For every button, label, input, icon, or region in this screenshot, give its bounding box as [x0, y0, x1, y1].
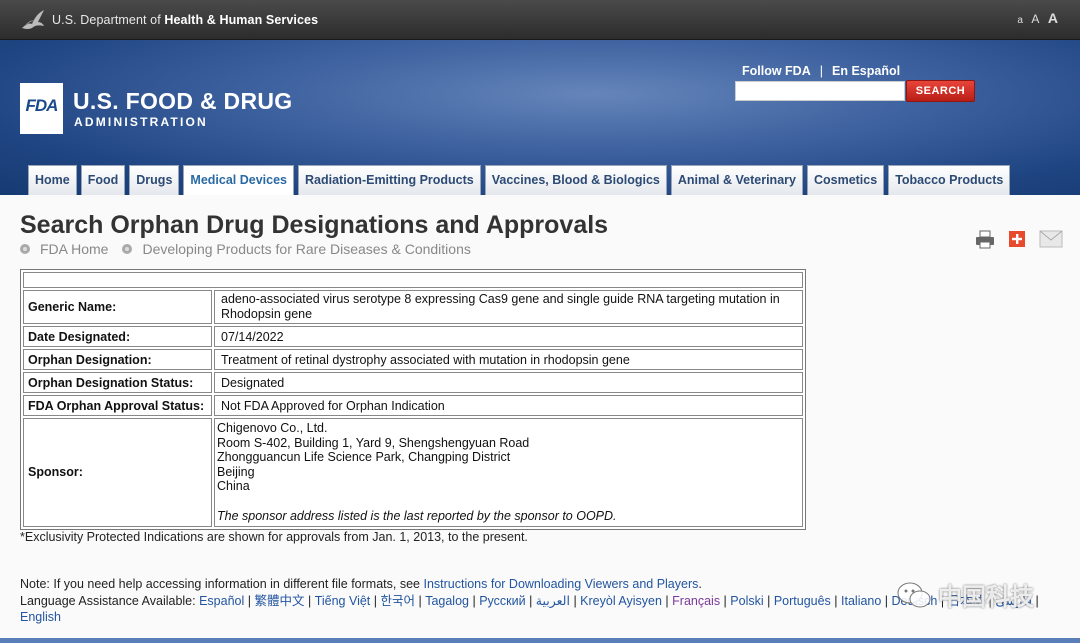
table-header-row: [23, 272, 803, 288]
lang-link-portugues[interactable]: Português: [774, 594, 831, 608]
date-designated-label: Date Designated:: [23, 326, 212, 347]
page-tools: [975, 229, 1063, 249]
generic-name-value: adeno-associated virus serotype 8 expres…: [214, 290, 803, 324]
sponsor-line: Room S-402, Building 1, Yard 9, Shengshe…: [217, 435, 530, 450]
share-plus-icon[interactable]: [1007, 229, 1027, 249]
breadcrumb-fda-home[interactable]: FDA Home: [40, 241, 108, 257]
tab-drugs[interactable]: Drugs: [129, 165, 180, 195]
tab-cosmetics[interactable]: Cosmetics: [806, 165, 885, 195]
text-size-medium[interactable]: A: [1031, 12, 1039, 26]
designation-status-value: Designated: [214, 372, 803, 393]
orphan-designation-value: Treatment of retinal dystrophy associate…: [214, 349, 803, 370]
designation-details-table: Generic Name: adeno-associated virus ser…: [20, 269, 806, 530]
print-icon[interactable]: [975, 229, 995, 249]
tab-food[interactable]: Food: [80, 165, 126, 195]
wechat-icon: [897, 582, 931, 607]
designation-status-label: Orphan Designation Status:: [23, 372, 212, 393]
fda-logo[interactable]: FDA: [20, 83, 63, 134]
table-row: Orphan Designation Status: Designated: [23, 372, 803, 393]
sponsor-line: China: [217, 479, 250, 494]
date-designated-value: 07/14/2022: [214, 326, 803, 347]
table-row: Orphan Designation: Treatment of retinal…: [23, 349, 803, 370]
table-row: Generic Name: adeno-associated virus ser…: [23, 290, 803, 324]
exclusivity-note: *Exclusivity Protected Indications are s…: [20, 530, 528, 544]
file-format-note: Note: If you need help accessing informa…: [20, 577, 702, 591]
table-row: FDA Orphan Approval Status: Not FDA Appr…: [23, 395, 803, 416]
lang-link-polski[interactable]: Polski: [730, 594, 763, 608]
fda-subtitle: ADMINISTRATION: [74, 115, 208, 129]
lang-link-kreyol[interactable]: Kreyòl Ayisyen: [580, 594, 662, 608]
tab-home[interactable]: Home: [28, 165, 77, 195]
tab-medical-devices[interactable]: Medical Devices: [183, 165, 294, 195]
page-title: Search Orphan Drug Designations and Appr…: [20, 211, 609, 239]
text-size-small[interactable]: a: [1017, 15, 1023, 26]
fda-header: FDA U.S. FOOD & DRUG ADMINISTRATION Foll…: [0, 40, 1080, 195]
text-size-controls: a A A: [1013, 10, 1058, 28]
hhs-bar: U.S. Department of Health & Human Servic…: [0, 0, 1080, 40]
bottom-bar: [0, 638, 1080, 643]
lang-link-francais[interactable]: Français: [672, 594, 720, 608]
lang-link-espanol[interactable]: Español: [199, 594, 244, 608]
breadcrumb-bullet-icon: [20, 244, 30, 254]
fda-title[interactable]: U.S. FOOD & DRUG: [73, 88, 292, 115]
lang-link-italiano[interactable]: Italiano: [841, 594, 881, 608]
breadcrumb-bullet-icon: [122, 244, 133, 254]
espanol-link[interactable]: En Español: [832, 64, 900, 78]
main-nav: Home Food Drugs Medical Devices Radiatio…: [28, 165, 1011, 195]
approval-status-label: FDA Orphan Approval Status:: [23, 395, 212, 416]
lang-link-tagalog[interactable]: Tagalog: [425, 594, 469, 608]
watermark: 中国科技: [896, 577, 1034, 612]
sponsor-line: Chigenovo Co., Ltd.: [217, 421, 328, 435]
lang-link-chinese[interactable]: 繁體中文: [254, 594, 304, 608]
tab-vaccines-blood-biologics[interactable]: Vaccines, Blood & Biologics: [484, 165, 667, 195]
search-input[interactable]: [735, 81, 905, 101]
breadcrumb: FDA Home Developing Products for Rare Di…: [20, 241, 485, 257]
tab-radiation-emitting-products[interactable]: Radiation-Emitting Products: [298, 165, 481, 195]
breadcrumb-rare-diseases[interactable]: Developing Products for Rare Diseases & …: [142, 241, 470, 257]
email-icon[interactable]: [1039, 229, 1063, 249]
sponsor-line: Zhongguancun Life Science Park, Changpin…: [217, 450, 511, 465]
hhs-eagle-icon[interactable]: [20, 8, 46, 32]
lang-link-korean[interactable]: 한국어: [380, 594, 415, 608]
lang-link-arabic[interactable]: العربية: [536, 594, 570, 608]
sponsor-label: Sponsor:: [23, 418, 212, 527]
table-row: Sponsor: Chigenovo Co., Ltd. Room S-402,…: [23, 418, 803, 527]
lang-link-vietnamese[interactable]: Tiếng Việt: [315, 594, 371, 608]
sponsor-value: Chigenovo Co., Ltd. Room S-402, Building…: [214, 418, 803, 527]
table-row: Date Designated: 07/14/2022: [23, 326, 803, 347]
tab-tobacco-products[interactable]: Tobacco Products: [888, 165, 1011, 195]
orphan-designation-label: Orphan Designation:: [23, 349, 212, 370]
hhs-title[interactable]: U.S. Department of Health & Human Servic…: [52, 13, 318, 27]
follow-fda-link[interactable]: Follow FDA: [742, 64, 811, 78]
sponsor-line: Beijing: [217, 464, 255, 479]
approval-status-value: Not FDA Approved for Orphan Indication: [214, 395, 803, 416]
search-button[interactable]: SEARCH: [906, 80, 975, 102]
header-links: Follow FDA | En Español: [742, 64, 901, 78]
tab-animal-veterinary[interactable]: Animal & Veterinary: [670, 165, 803, 195]
lang-link-russian[interactable]: Русский: [479, 594, 525, 608]
generic-name-label: Generic Name:: [23, 290, 212, 324]
text-size-large[interactable]: A: [1048, 10, 1058, 26]
watermark-text: 中国科技: [938, 584, 1034, 611]
download-viewers-link[interactable]: Instructions for Downloading Viewers and…: [423, 577, 698, 591]
lang-link-english[interactable]: English: [20, 610, 61, 624]
sponsor-note: The sponsor address listed is the last r…: [217, 508, 617, 523]
